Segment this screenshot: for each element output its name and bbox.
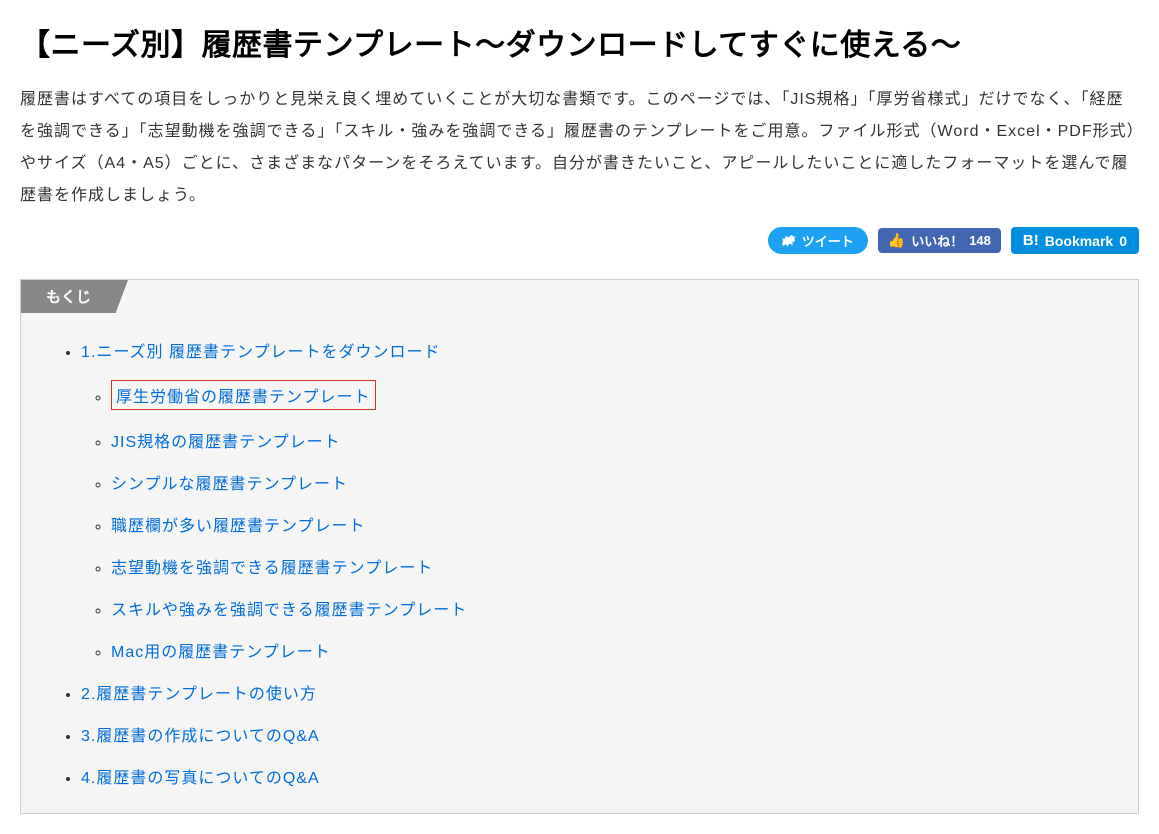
toc-subitem: Mac用の履歴書テンプレート [111,638,1118,662]
toc-item: 3.履歴書の作成についてのQ&A [81,722,1118,746]
toc-sublink-jis[interactable]: JIS規格の履歴書テンプレート [111,434,341,451]
toc-subitem: シンプルな履歴書テンプレート [111,470,1118,494]
toc-sublink-workhistory[interactable]: 職歴欄が多い履歴書テンプレート [111,518,366,535]
intro-paragraph: 履歴書はすべての項目をしっかりと見栄え良く埋めていくことが大切な書類です。このペ… [20,84,1139,212]
tweet-label: ツイート [802,231,854,250]
toc-list: 1.ニーズ別 履歴書テンプレートをダウンロード 厚生労働省の履歴書テンプレート … [21,313,1138,813]
toc-subitem: JIS規格の履歴書テンプレート [111,428,1118,452]
bookmark-count: 0 [1119,233,1127,249]
toc-sublink-skills[interactable]: スキルや強みを強調できる履歴書テンプレート [111,602,467,619]
toc-subitem: スキルや強みを強調できる履歴書テンプレート [111,596,1118,620]
hatena-bookmark-button[interactable]: B! Bookmark 0 [1011,227,1139,254]
toc-header-tab: もくじ [21,280,116,313]
toc-sublink-simple[interactable]: シンプルな履歴書テンプレート [111,476,348,493]
toc-sublist: 厚生労働省の履歴書テンプレート JIS規格の履歴書テンプレート シンプルな履歴書… [81,380,1118,662]
toc-sublink-mhlw[interactable]: 厚生労働省の履歴書テンプレート [111,380,376,410]
social-button-row: ツイート 👍 いいね！ 148 B! Bookmark 0 [20,227,1139,254]
toc-link-3[interactable]: 3.履歴書の作成についてのQ&A [81,728,320,745]
hatena-b-icon: B! [1023,232,1039,249]
tweet-button[interactable]: ツイート [768,227,868,254]
toc-link-4[interactable]: 4.履歴書の写真についてのQ&A [81,770,320,787]
toc-subitem: 職歴欄が多い履歴書テンプレート [111,512,1118,536]
toc-header: もくじ [21,280,1138,313]
toc-subitem: 厚生労働省の履歴書テンプレート [111,380,1118,410]
toc-sublink-motivation[interactable]: 志望動機を強調できる履歴書テンプレート [111,560,433,577]
toc-item: 4.履歴書の写真についてのQ&A [81,764,1118,788]
toc-item: 2.履歴書テンプレートの使い方 [81,680,1118,704]
toc-sublink-mac[interactable]: Mac用の履歴書テンプレート [111,644,331,661]
bookmark-label: Bookmark [1045,233,1113,249]
table-of-contents: もくじ 1.ニーズ別 履歴書テンプレートをダウンロード 厚生労働省の履歴書テンプ… [20,279,1139,814]
page-title: 【ニーズ別】履歴書テンプレート～ダウンロードしてすぐに使える～ [20,20,1139,64]
like-label: いいね！ [911,231,963,250]
toc-link-1[interactable]: 1.ニーズ別 履歴書テンプレートをダウンロード [81,344,441,361]
toc-link-2[interactable]: 2.履歴書テンプレートの使い方 [81,686,317,703]
facebook-like-button[interactable]: 👍 いいね！ 148 [878,228,1001,253]
thumbs-up-icon: 👍 [888,232,905,249]
toc-item: 1.ニーズ別 履歴書テンプレートをダウンロード 厚生労働省の履歴書テンプレート … [81,338,1118,662]
toc-subitem: 志望動機を強調できる履歴書テンプレート [111,554,1118,578]
like-count: 148 [969,233,991,248]
